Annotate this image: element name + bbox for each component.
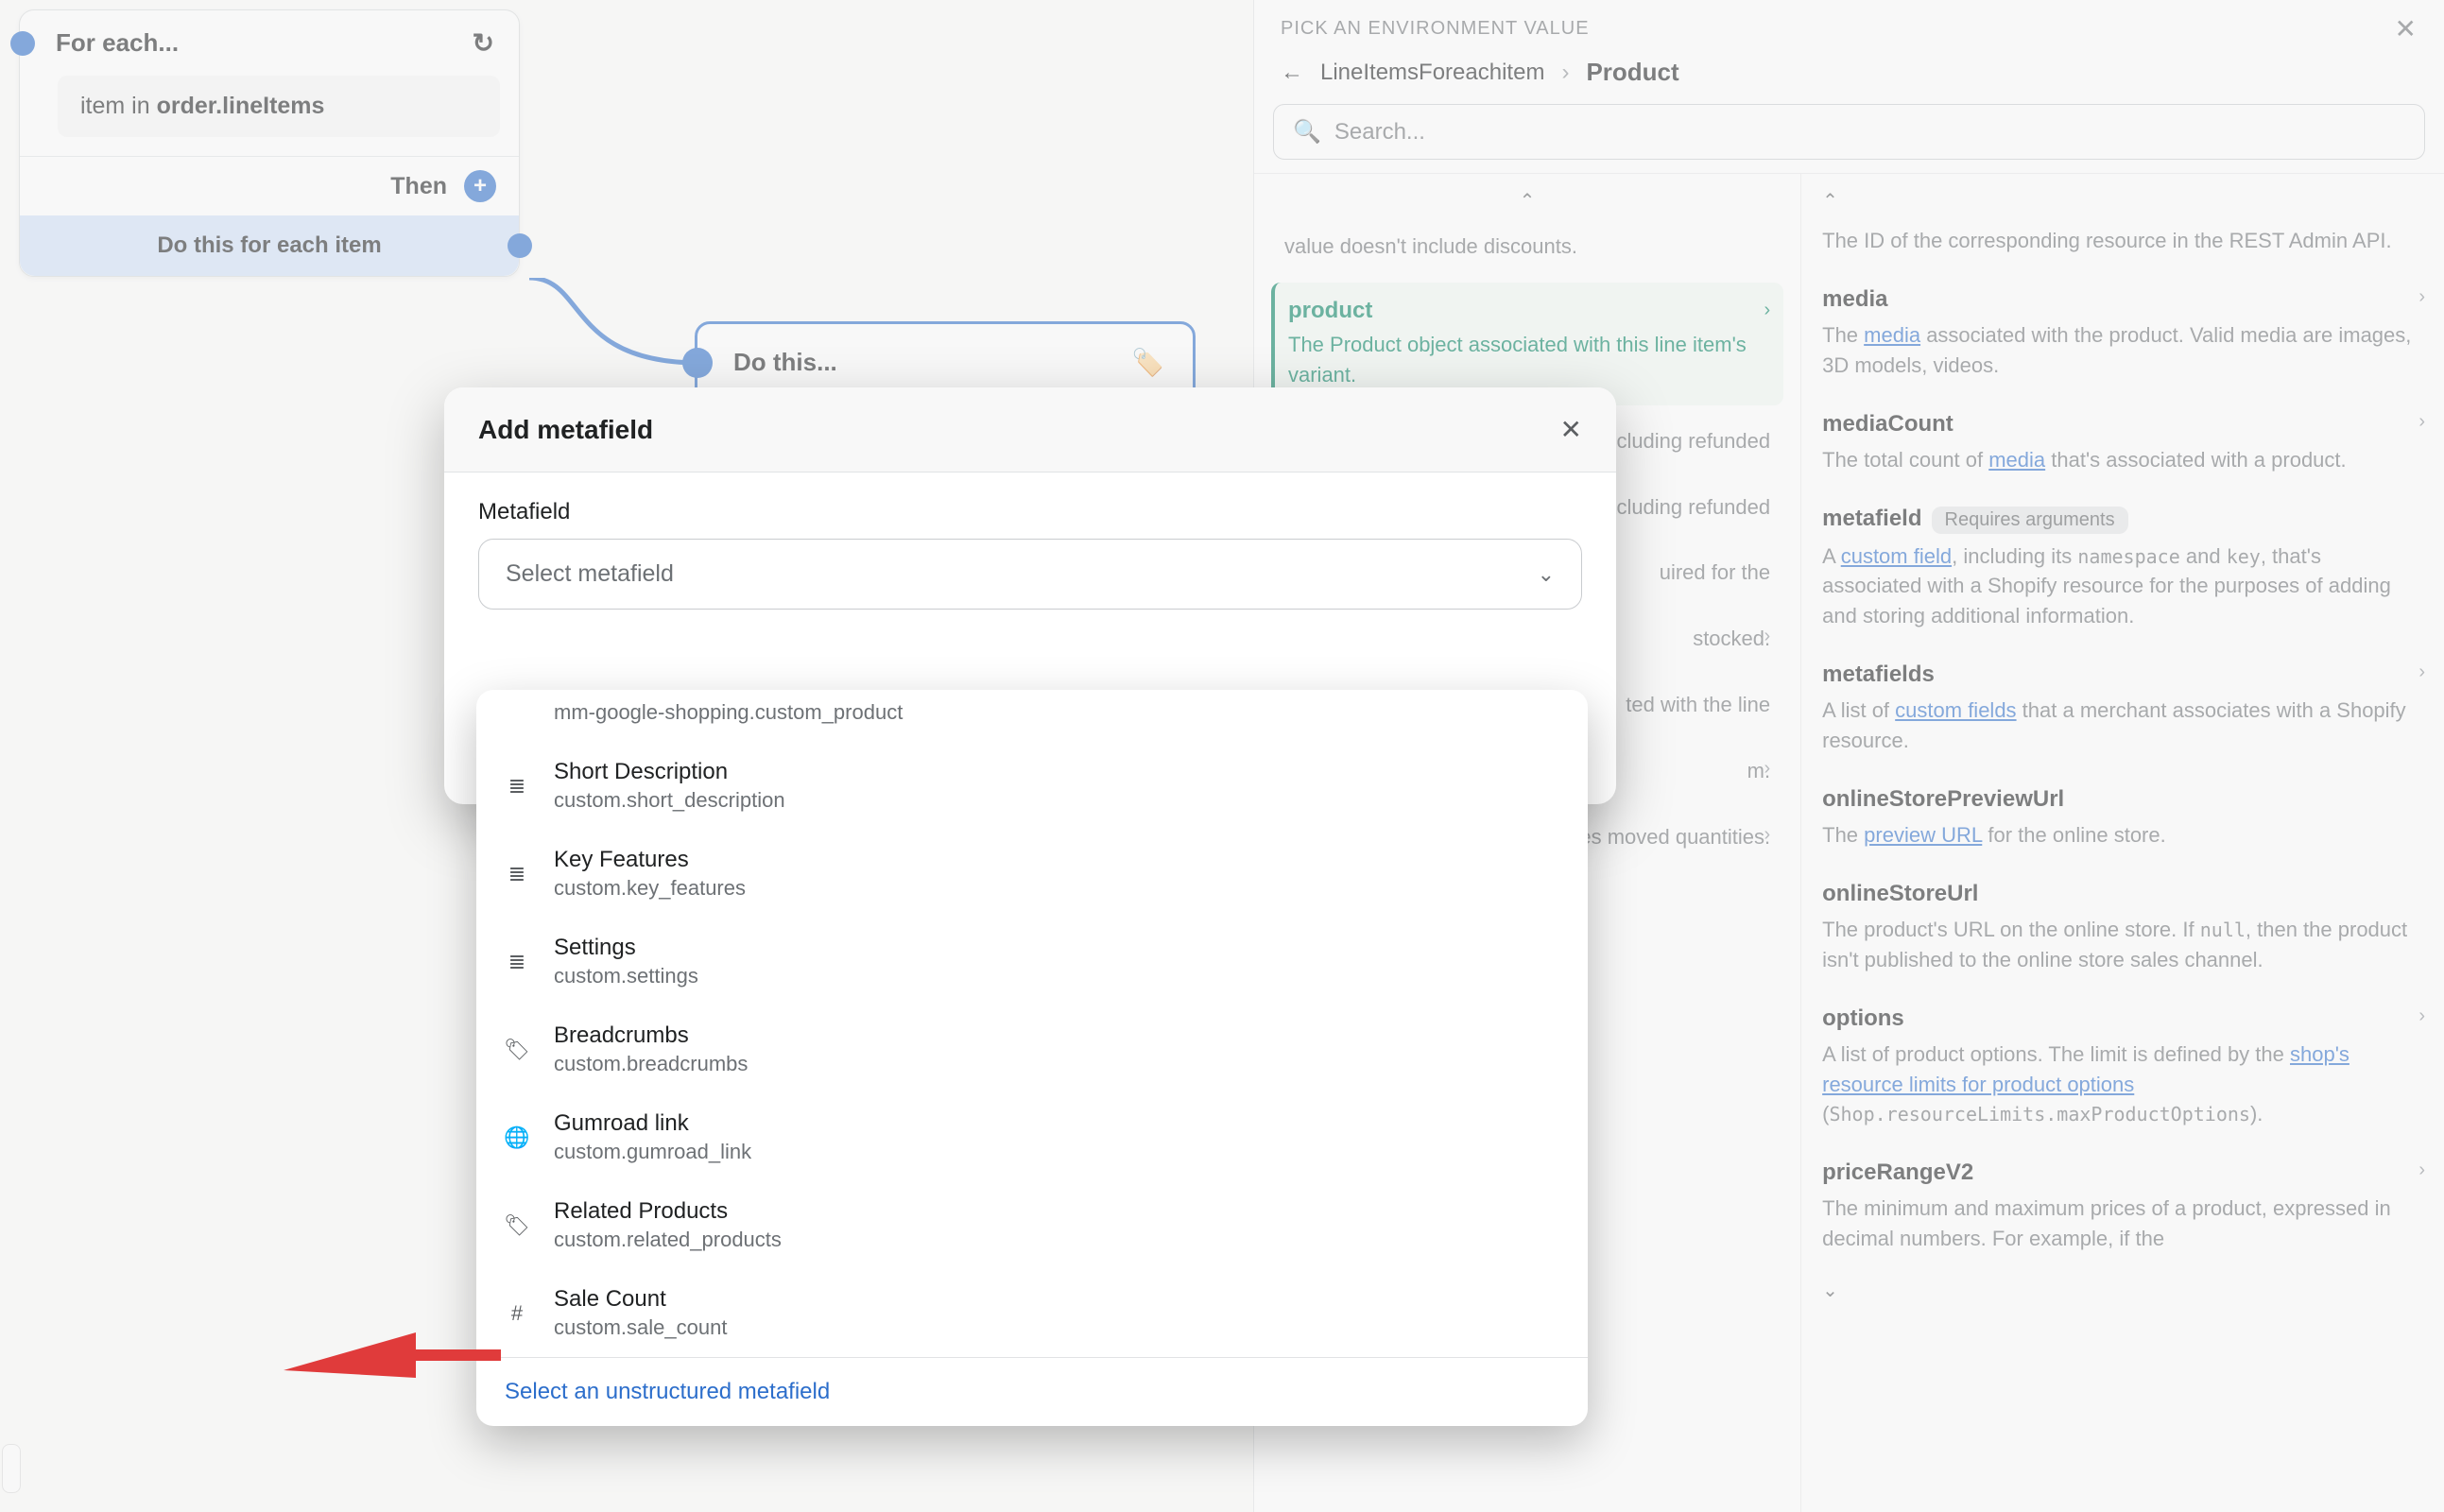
dropdown-item[interactable]: ≡ mm-google-shopping.custom_product: [476, 690, 1588, 742]
dropdown-item-title: Short Description: [554, 759, 785, 785]
dropdown-item-title: Key Features: [554, 847, 746, 873]
dropdown-item-title: Breadcrumbs: [554, 1022, 748, 1049]
dropdown-item-title: Settings: [554, 935, 698, 961]
dropdown-item-key: mm-google-shopping.custom_product: [554, 700, 903, 725]
unstructured-metafield-link[interactable]: Select an unstructured metafield: [505, 1379, 830, 1404]
metafield-select[interactable]: Select metafield ⌄: [478, 539, 1582, 610]
modal-title: Add metafield: [478, 415, 653, 445]
dropdown-item-key: custom.breadcrumbs: [554, 1052, 748, 1076]
dropdown-item-title: Related Products: [554, 1198, 782, 1225]
dropdown-item[interactable]: 🏷 Related Products custom.related_products: [476, 1181, 1588, 1269]
tag-icon: 🏷: [503, 1213, 531, 1238]
dropdown-item-key: custom.key_features: [554, 876, 746, 901]
dropdown-item[interactable]: ≣ Key Features custom.key_features: [476, 830, 1588, 918]
dropdown-item-key: custom.sale_count: [554, 1315, 727, 1340]
select-placeholder: Select metafield: [506, 560, 674, 588]
text-icon: ≣: [503, 862, 531, 886]
dropdown-item[interactable]: 🌐 Gumroad link custom.gumroad_link: [476, 1093, 1588, 1181]
text-icon: ≣: [503, 774, 531, 799]
dropdown-item-title: Sale Count: [554, 1286, 727, 1313]
globe-icon: 🌐: [503, 1125, 531, 1150]
tag-icon: 🏷: [503, 1038, 531, 1062]
close-icon[interactable]: ✕: [1560, 414, 1582, 445]
annotation-arrow: [284, 1304, 510, 1399]
dropdown-item-key: custom.gumroad_link: [554, 1140, 751, 1164]
dropdown-item-key: custom.related_products: [554, 1228, 782, 1252]
dropdown-item[interactable]: 🏷 Breadcrumbs custom.breadcrumbs: [476, 1005, 1588, 1093]
chevron-down-icon: ⌄: [1538, 562, 1555, 587]
dropdown-item-key: custom.settings: [554, 964, 698, 988]
dropdown-item-title: Gumroad link: [554, 1110, 751, 1137]
dropdown-item[interactable]: ≣ Settings custom.settings: [476, 918, 1588, 1005]
dropdown-item[interactable]: ≣ Short Description custom.short_descripti…: [476, 742, 1588, 830]
metafield-label: Metafield: [478, 499, 1582, 525]
text-icon: ≣: [503, 950, 531, 974]
metafield-dropdown: ≡ mm-google-shopping.custom_product ≣ Sho…: [476, 690, 1588, 1426]
dropdown-item-key: custom.short_description: [554, 788, 785, 813]
dropdown-item[interactable]: #Sale Countcustom.sale_count: [476, 1269, 1588, 1357]
